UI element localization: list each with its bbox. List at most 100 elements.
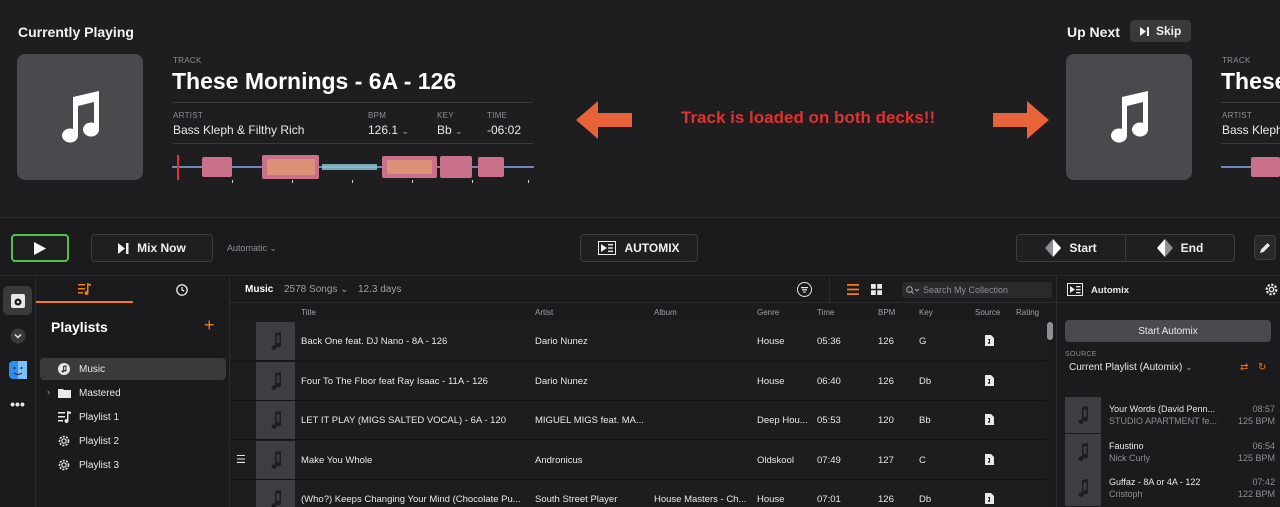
chevron-right-icon[interactable]: › (47, 387, 50, 397)
table-row[interactable]: Four To The Floor feat Ray Isaac - 11A -… (230, 361, 1046, 401)
column-header-title[interactable]: Title (301, 308, 316, 317)
cell-genre: House (757, 375, 785, 387)
cell-title: Four To The Floor feat Ray Isaac - 11A -… (301, 375, 488, 387)
cell-time: 07:49 (817, 454, 841, 466)
track-artwork (256, 401, 295, 439)
search-input[interactable]: Search My Collection (902, 282, 1052, 298)
sidebar-item-music[interactable]: Music (40, 358, 226, 380)
column-header-album[interactable]: Album (654, 308, 677, 317)
track-artwork (256, 322, 295, 360)
play-button[interactable] (11, 234, 69, 262)
chevron-down-icon: ⌄ (1185, 362, 1193, 372)
music-note-icon (271, 332, 281, 350)
cell-artist: MIGUEL MIGS feat. MA... (535, 415, 644, 426)
sidebar-item-playlist-1[interactable]: Playlist 1 (40, 406, 226, 428)
table-row[interactable]: Back One feat. DJ Nano - 8A - 126 Dario N… (230, 322, 1046, 361)
song-count-dropdown[interactable]: 2578 Songs ⌄ (284, 284, 349, 295)
skip-button[interactable]: Skip (1130, 20, 1192, 42)
list-item[interactable]: Guffaz - 8A or 4A - 122 Cristoph 07:42 122 … (1065, 470, 1279, 506)
automix-header: Automix (1057, 277, 1280, 303)
end-marker-button[interactable]: End (1125, 234, 1235, 262)
finder-button[interactable] (3, 355, 32, 384)
list-view-button[interactable] (847, 284, 859, 298)
automix-source-dropdown[interactable]: Current Playlist (Automix) ⌄ (1069, 362, 1193, 373)
end-marker-icon (1156, 239, 1173, 257)
sidebar-item-mastered[interactable]: › Mastered (40, 382, 226, 404)
divider (172, 143, 533, 144)
cell-title: Make You Whole (301, 454, 373, 466)
track-artwork (256, 440, 295, 479)
queue-bpm: 125 BPM (1237, 416, 1275, 426)
cell-artist: South Street Player (535, 494, 618, 505)
table-row[interactable]: LET IT PLAY (MIGS SALTED VOCAL) - 6A - 1… (230, 401, 1046, 440)
music-note-icon (1111, 91, 1149, 143)
transport-bar: Mix Now Automatic ⌄ AUTOMIX Start End (0, 219, 1280, 276)
automix-icon (1067, 283, 1083, 296)
library-header: Music 2578 Songs ⌄ 12.3 days Search My C… (230, 277, 1056, 303)
next-track-label: TRACK (1222, 56, 1251, 65)
start-automix-button[interactable]: Start Automix (1065, 320, 1271, 342)
source-file-icon (985, 414, 994, 428)
column-header-rating[interactable]: Rating (1016, 308, 1039, 317)
waveform-display[interactable] (172, 150, 534, 184)
cell-album: House Masters - Ch... (654, 494, 747, 505)
column-header-artist[interactable]: Artist (535, 308, 553, 317)
queue-list-icon[interactable]: ☰ (236, 453, 246, 466)
add-playlist-button[interactable]: + (204, 315, 215, 336)
tab-playlists[interactable] (36, 277, 133, 303)
column-header-source[interactable]: Source (975, 308, 1000, 317)
column-header-genre[interactable]: Genre (757, 308, 779, 317)
cell-artist: Dario Nunez (535, 375, 588, 387)
column-header-bpm[interactable]: BPM (878, 308, 895, 317)
cell-genre: House (757, 494, 785, 505)
grid-view-icon (871, 284, 882, 295)
sidebar-item-playlist-2[interactable]: Playlist 2 (40, 430, 226, 452)
scrollbar-thumb[interactable] (1047, 322, 1053, 340)
divider (1221, 143, 1280, 144)
source-label: SOURCE (1065, 351, 1097, 358)
bpm-value[interactable]: 126.1 ⌄ (368, 123, 409, 137)
mix-now-button[interactable]: Mix Now (91, 234, 213, 262)
expand-sources-button[interactable] (3, 321, 32, 350)
library-source-button[interactable] (3, 286, 32, 315)
left-rail: ••• (0, 277, 36, 507)
source-file-icon (985, 335, 994, 349)
start-marker-button[interactable]: Start (1016, 234, 1126, 262)
sidebar-item-playlist-3[interactable]: Playlist 3 (40, 454, 226, 476)
music-note-icon (1078, 442, 1089, 461)
cell-key: Bb (919, 415, 931, 426)
table-row[interactable]: (Who?) Keeps Changing Your Mind (Chocola… (230, 480, 1046, 507)
grid-view-button[interactable] (871, 284, 882, 298)
chevron-down-icon: ⌄ (401, 126, 409, 136)
automix-button[interactable]: AUTOMIX (580, 234, 698, 262)
next-waveform-display[interactable] (1221, 150, 1280, 184)
column-header-time[interactable]: Time (817, 308, 834, 317)
shuffle-icon[interactable]: ⇄ (1240, 362, 1248, 373)
filter-button[interactable] (797, 282, 812, 300)
queue-artist: STUDIO APARTMENT fe... (1109, 416, 1218, 426)
music-note-icon (58, 363, 70, 375)
file-icon (985, 414, 994, 425)
list-item[interactable]: Faustino Nick Curly 06:54 125 BPM (1065, 433, 1279, 470)
cell-bpm: 120 (878, 415, 894, 426)
tab-history[interactable] (133, 277, 230, 303)
chevron-down-icon: ⌄ (340, 284, 349, 295)
pencil-icon (1259, 243, 1270, 253)
track-artwork (256, 480, 295, 507)
finder-icon (8, 360, 27, 379)
queue-title: Your Words (David Penn... (1109, 404, 1216, 414)
column-header-key[interactable]: Key (919, 308, 933, 317)
repeat-icon[interactable]: ↻ (1258, 362, 1266, 373)
key-value[interactable]: Bb ⌄ (437, 123, 463, 137)
divider (829, 277, 830, 303)
time-label: TIME (487, 111, 508, 120)
gear-icon[interactable] (1265, 283, 1278, 296)
more-icon[interactable]: ••• (3, 389, 32, 418)
cell-time: 05:53 (817, 415, 841, 426)
artist-label: ARTIST (173, 111, 204, 120)
cell-key: Db (919, 494, 932, 505)
list-item[interactable]: Your Words (David Penn... STUDIO APARTMEN… (1065, 397, 1279, 433)
edit-button[interactable] (1254, 235, 1276, 260)
automix-mode-dropdown[interactable]: Automatic ⌄ (227, 243, 277, 254)
table-row[interactable]: ☰ Make You Whole Andronicus Oldskool 07:49 12… (230, 440, 1046, 480)
